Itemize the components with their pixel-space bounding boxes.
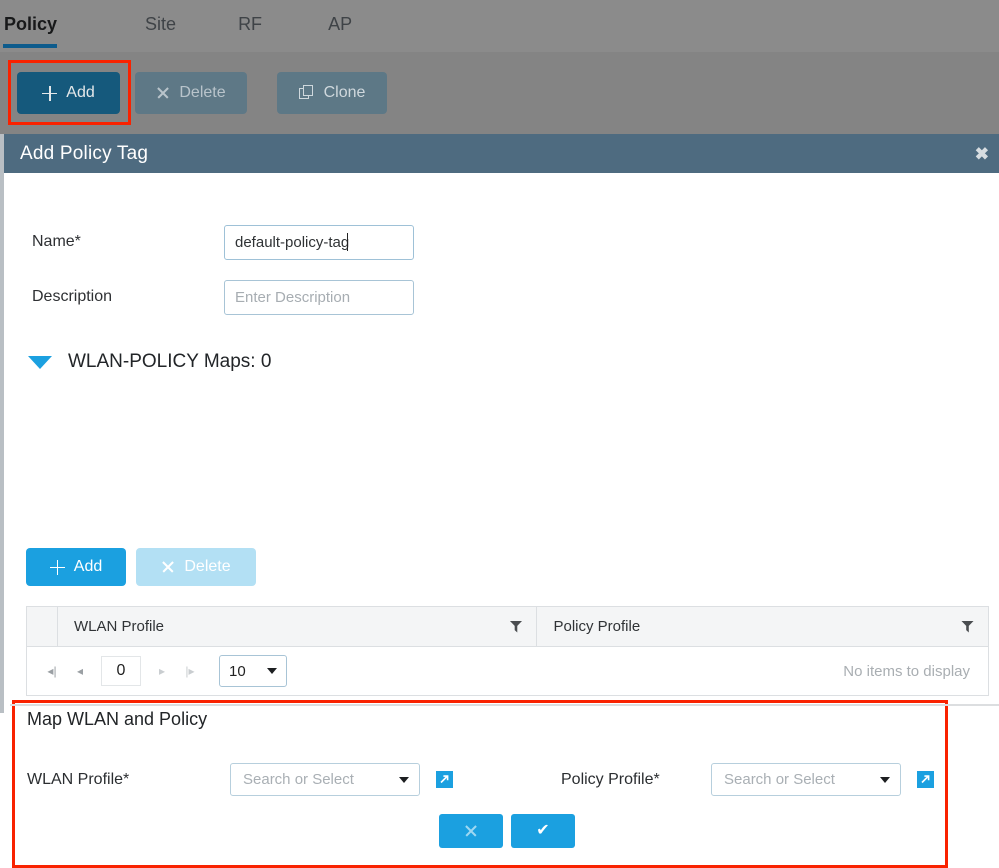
- empty-message: No items to display: [843, 662, 970, 680]
- next-page-icon[interactable]: ▸: [149, 658, 175, 684]
- table-footer: ◂| ◂ 0 ▸ |▸ 10 No items to display: [27, 647, 988, 695]
- text-cursor: [347, 233, 349, 251]
- external-link-arrow: [921, 775, 930, 784]
- policy-profile-external-link-icon[interactable]: [917, 771, 934, 788]
- wlan-profile-external-link-icon[interactable]: [436, 771, 453, 788]
- map-toolbar: Add Delete: [26, 548, 256, 586]
- tab-policy-label: Policy: [4, 14, 58, 34]
- first-page-icon[interactable]: ◂|: [39, 658, 65, 684]
- close-x-icon: [161, 560, 175, 574]
- dialog-title: Add Policy Tag: [20, 142, 149, 164]
- bottom-divider: [10, 704, 999, 706]
- clone-button[interactable]: Clone: [277, 72, 387, 114]
- plus-icon: [42, 85, 58, 101]
- column-wlan-profile-label: WLAN Profile: [74, 618, 165, 635]
- map-delete-label: Delete: [184, 558, 231, 575]
- wlan-policy-maps-title: WLAN-POLICY Maps: 0: [68, 351, 272, 372]
- tab-ap-label: AP: [328, 14, 353, 34]
- policy-profile-label: Policy Profile*: [561, 770, 660, 788]
- chevron-down-icon: [880, 776, 890, 783]
- tab-policy[interactable]: Policy: [2, 0, 58, 48]
- pagination: ◂| ◂ 0 ▸ |▸ 10: [39, 655, 287, 687]
- wlan-profile-field: WLAN Profile* Search or Select: [27, 763, 453, 796]
- prev-page-icon[interactable]: ◂: [67, 658, 93, 684]
- clone-button-label: Clone: [323, 84, 366, 101]
- toolbar: Add Delete Clone: [0, 52, 999, 134]
- tab-list: Policy Site RF AP: [0, 0, 999, 52]
- policy-profile-select[interactable]: Search or Select: [711, 763, 901, 796]
- page-number[interactable]: 0: [101, 656, 141, 686]
- policy-profile-placeholder: Search or Select: [724, 771, 835, 788]
- close-icon[interactable]: ✖: [975, 145, 989, 162]
- filter-icon[interactable]: [961, 620, 974, 633]
- add-button[interactable]: Add: [17, 72, 120, 114]
- chevron-down-icon[interactable]: [28, 355, 52, 369]
- description-input[interactable]: [224, 279, 414, 315]
- last-page-icon[interactable]: |▸: [177, 658, 203, 684]
- delete-button-label: Delete: [179, 84, 226, 101]
- table-header-row: WLAN Profile Policy Profile: [27, 607, 988, 647]
- page-size-value: 10: [229, 662, 246, 680]
- map-confirm-button[interactable]: ✔: [511, 814, 575, 848]
- column-policy-profile: Policy Profile: [537, 607, 988, 646]
- name-input-value: default-policy-tag: [235, 233, 350, 251]
- chevron-down-icon: [399, 776, 409, 783]
- select-all-column[interactable]: [27, 607, 58, 646]
- tab-rf[interactable]: RF: [238, 0, 262, 35]
- plus-icon: [49, 559, 65, 575]
- tab-site[interactable]: Site: [145, 0, 176, 35]
- external-link-arrow: [440, 775, 449, 784]
- map-add-button[interactable]: Add: [26, 548, 126, 586]
- map-panel-title: Map WLAN and Policy: [27, 709, 208, 729]
- description-label: Description: [32, 288, 113, 305]
- wlan-policy-maps-section-header: WLAN-POLICY Maps: 0: [28, 351, 271, 373]
- page-size-select[interactable]: 10: [219, 655, 287, 687]
- map-confirm-row: ✔: [439, 814, 575, 848]
- map-delete-button[interactable]: Delete: [136, 548, 256, 586]
- map-cancel-button[interactable]: [439, 814, 503, 848]
- policy-profile-field: Policy Profile* Search or Select: [561, 763, 934, 796]
- wlan-profile-select[interactable]: Search or Select: [230, 763, 420, 796]
- name-row: Name* default-policy-tag: [32, 223, 414, 261]
- column-wlan-profile: WLAN Profile: [58, 607, 538, 646]
- add-button-label: Add: [66, 84, 95, 101]
- tab-rf-label: RF: [238, 14, 263, 34]
- description-row: Description: [32, 278, 414, 316]
- map-add-label: Add: [73, 558, 103, 575]
- close-x-icon: [464, 824, 478, 838]
- filter-icon[interactable]: [509, 620, 523, 633]
- tab-bar: Policy Site RF AP: [0, 0, 999, 52]
- tab-site-label: Site: [145, 14, 177, 34]
- add-policy-tag-dialog: Add Policy Tag ✖ Name* default-policy-ta…: [0, 134, 999, 868]
- tab-ap[interactable]: AP: [328, 0, 352, 35]
- copy-icon: [298, 85, 315, 101]
- wlan-profile-placeholder: Search or Select: [243, 771, 354, 788]
- wlan-policy-map-table: WLAN Profile Policy Profile ◂| ◂ 0 ▸ |▸ …: [26, 606, 989, 696]
- wlan-profile-label: WLAN Profile*: [27, 770, 130, 788]
- name-label: Name*: [32, 233, 81, 250]
- chevron-down-icon: [267, 668, 277, 674]
- dialog-header: Add Policy Tag ✖: [4, 134, 999, 173]
- check-icon: ✔: [536, 822, 550, 839]
- close-x-icon: [156, 86, 170, 100]
- column-policy-profile-label: Policy Profile: [553, 618, 641, 635]
- name-input[interactable]: default-policy-tag: [224, 224, 414, 260]
- map-wlan-policy-panel: Map WLAN and Policy WLAN Profile* Search…: [12, 700, 948, 868]
- delete-button[interactable]: Delete: [135, 72, 247, 114]
